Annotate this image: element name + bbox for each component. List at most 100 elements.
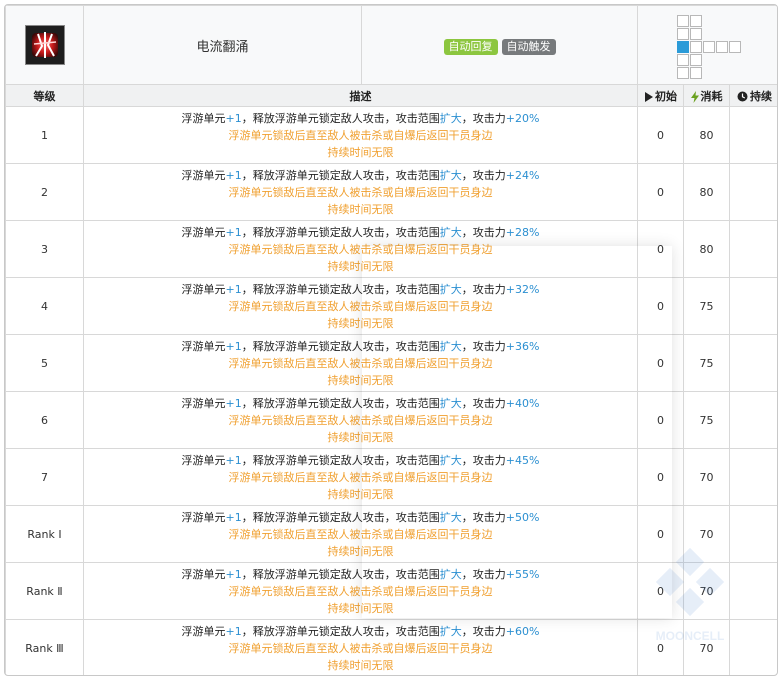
desc-text: 浮游单元: [181, 396, 226, 410]
range-cell: [728, 40, 741, 53]
cost-cell: 75: [683, 391, 730, 449]
desc-value: +20%: [505, 111, 540, 125]
desc-line-2: 浮游单元锁敌后直至敌人被击杀或自爆后返回干员身边: [228, 242, 493, 256]
desc-line-2: 浮游单元锁敌后直至敌人被击杀或自爆后返回干员身边: [228, 470, 493, 484]
desc-text: 浮游单元: [181, 510, 226, 524]
desc-text: 浮游单元: [181, 453, 226, 467]
desc-cell: 浮游单元+1，释放浮游单元锁定敌人攻击，攻击范围扩大，攻击力+28% 浮游单元锁敌…: [83, 220, 638, 278]
column-headers: 等级 描述 初始 消耗 持续: [5, 84, 777, 107]
initial-cell: 0: [637, 391, 684, 449]
level-cell: 1: [5, 106, 84, 164]
desc-value: +1: [225, 282, 242, 296]
desc-value: +1: [225, 225, 242, 239]
desc-line-2: 浮游单元锁敌后直至敌人被击杀或自爆后返回干员身边: [228, 584, 493, 598]
initial-cell: 0: [637, 562, 684, 620]
skill-table: 电流翻涌 自动回复 自动触发 等级 描述 初始 消耗 持续 1 浮游单元+1，释放浮…: [5, 5, 777, 675]
desc-text: ，攻击力: [461, 396, 506, 410]
level-cell: 2: [5, 163, 84, 221]
desc-line-3: 持续时间无限: [327, 544, 394, 558]
range-cell: [689, 27, 702, 40]
duration-cell: [728, 334, 777, 392]
table-row: Rank Ⅰ 浮游单元+1，释放浮游单元锁定敌人攻击，攻击范围扩大，攻击力+50%…: [5, 505, 777, 563]
level-cell: 3: [5, 220, 84, 278]
range-cell: [729, 54, 741, 66]
range-cell: [703, 54, 715, 66]
desc-value: +1: [225, 339, 242, 353]
header-cost-label: 消耗: [700, 89, 723, 103]
table-row: 6 浮游单元+1，释放浮游单元锁定敌人攻击，攻击范围扩大，攻击力+40% 浮游单元锁…: [5, 391, 777, 449]
header-cost: 消耗: [683, 84, 730, 107]
initial-cell: 0: [637, 334, 684, 392]
range-cell: [716, 54, 728, 66]
level-cell: 6: [5, 391, 84, 449]
header-duration-label: 持续: [750, 89, 773, 103]
table-row: 4 浮游单元+1，释放浮游单元锁定敌人攻击，攻击范围扩大，攻击力+32% 浮游单元锁…: [5, 277, 777, 335]
desc-value: 扩大: [439, 453, 462, 467]
desc-cell: 浮游单元+1，释放浮游单元锁定敌人攻击，攻击范围扩大，攻击力+20% 浮游单元锁敌…: [83, 106, 638, 164]
desc-cell: 浮游单元+1，释放浮游单元锁定敌人攻击，攻击范围扩大，攻击力+45% 浮游单元锁敌…: [83, 448, 638, 506]
desc-line-2: 浮游单元锁敌后直至敌人被击杀或自爆后返回干员身边: [228, 128, 493, 142]
range-cell: [689, 40, 702, 53]
desc-text: ，释放浮游单元锁定敌人攻击，攻击范围: [241, 168, 440, 182]
desc-text: ，攻击力: [461, 339, 506, 353]
desc-value: 扩大: [439, 624, 462, 638]
range-cell: [703, 28, 715, 40]
level-cell: 7: [5, 448, 84, 506]
level-cell: 5: [5, 334, 84, 392]
cost-cell: 80: [683, 163, 730, 221]
desc-text: 浮游单元: [181, 624, 226, 638]
level-cell: Rank Ⅰ: [5, 505, 84, 563]
desc-value: +40%: [505, 396, 540, 410]
desc-cell: 浮游单元+1，释放浮游单元锁定敌人攻击，攻击范围扩大，攻击力+32% 浮游单元锁敌…: [83, 277, 638, 335]
cost-cell: 80: [683, 220, 730, 278]
desc-line-3: 持续时间无限: [327, 145, 394, 159]
desc-text: ，攻击力: [461, 168, 506, 182]
desc-text: ，攻击力: [461, 624, 506, 638]
desc-text: 浮游单元: [181, 282, 226, 296]
range-cell: [702, 40, 715, 53]
desc-line-2: 浮游单元锁敌后直至敌人被击杀或自爆后返回干员身边: [228, 527, 493, 541]
desc-line-2: 浮游单元锁敌后直至敌人被击杀或自爆后返回干员身边: [228, 413, 493, 427]
desc-text: ，攻击力: [461, 453, 506, 467]
initial-cell: 0: [637, 619, 684, 675]
range-cell: [676, 40, 689, 53]
desc-text: ，释放浮游单元锁定敌人攻击，攻击范围: [241, 510, 440, 524]
desc-text: ，攻击力: [461, 282, 506, 296]
desc-line-1: 浮游单元+1，释放浮游单元锁定敌人攻击，攻击范围扩大，攻击力+24%: [84, 167, 637, 184]
range-cell: [689, 14, 702, 27]
duration-cell: [728, 505, 777, 563]
desc-line-1: 浮游单元+1，释放浮游单元锁定敌人攻击，攻击范围扩大，攻击力+55%: [84, 566, 637, 583]
initial-cell: 0: [637, 106, 684, 164]
desc-value: 扩大: [439, 168, 462, 182]
desc-value: 扩大: [439, 396, 462, 410]
desc-value: 扩大: [439, 282, 462, 296]
range-cell: [729, 28, 741, 40]
desc-value: +1: [225, 111, 242, 125]
desc-cell: 浮游单元+1，释放浮游单元锁定敌人攻击，攻击范围扩大，攻击力+55% 浮游单元锁敌…: [83, 562, 638, 620]
desc-value: +1: [225, 624, 242, 638]
desc-text: ，攻击力: [461, 225, 506, 239]
desc-cell: 浮游单元+1，释放浮游单元锁定敌人攻击，攻击范围扩大，攻击力+24% 浮游单元锁敌…: [83, 163, 638, 221]
initial-cell: 0: [637, 220, 684, 278]
range-cell: [703, 67, 715, 79]
desc-value: 扩大: [439, 510, 462, 524]
desc-text: ，释放浮游单元锁定敌人攻击，攻击范围: [241, 339, 440, 353]
desc-value: +1: [225, 510, 242, 524]
desc-text: 浮游单元: [181, 225, 226, 239]
lightning-icon: [690, 90, 699, 103]
range-cell: [676, 27, 689, 40]
initial-cell: 0: [637, 163, 684, 221]
duration-cell: [728, 277, 777, 335]
clock-icon: [737, 91, 748, 102]
desc-line-1: 浮游单元+1，释放浮游单元锁定敌人攻击，攻击范围扩大，攻击力+60%: [84, 623, 637, 640]
desc-cell: 浮游单元+1，释放浮游单元锁定敌人攻击，攻击范围扩大，攻击力+40% 浮游单元锁敌…: [83, 391, 638, 449]
desc-line-1: 浮游单元+1，释放浮游单元锁定敌人攻击，攻击范围扩大，攻击力+50%: [84, 509, 637, 526]
desc-value: +1: [225, 453, 242, 467]
desc-value: +1: [225, 567, 242, 581]
skill-rows: 1 浮游单元+1，释放浮游单元锁定敌人攻击，攻击范围扩大，攻击力+20% 浮游单元锁…: [5, 106, 777, 675]
skill-name: 电流翻涌: [83, 5, 362, 85]
cost-cell: 70: [683, 619, 730, 675]
desc-value: 扩大: [439, 567, 462, 581]
desc-line-3: 持续时间无限: [327, 316, 394, 330]
desc-value: +36%: [505, 339, 540, 353]
